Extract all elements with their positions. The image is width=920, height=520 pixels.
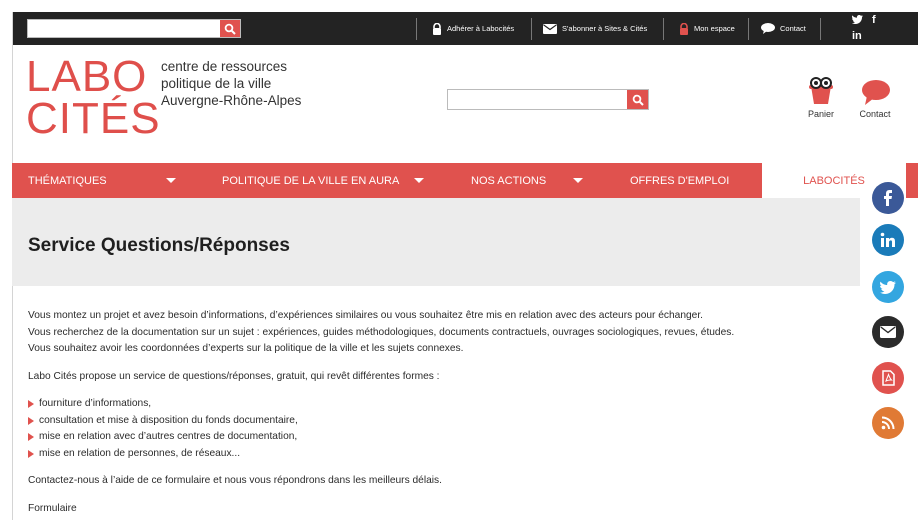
- page-margin: [0, 0, 12, 520]
- linkedin-share-button[interactable]: [872, 224, 904, 256]
- form-heading: Formulaire: [28, 502, 77, 514]
- twitter-icon[interactable]: [852, 15, 863, 27]
- separator: [748, 18, 749, 40]
- list-item: consultation et mise à disposition du fo…: [28, 413, 848, 430]
- main-content: Vous montez un projet et avez besoin d’i…: [28, 308, 848, 517]
- rss-icon: [881, 416, 895, 430]
- adherer-link[interactable]: Adhérer à Labocités: [432, 12, 514, 45]
- lock-red-icon: [680, 22, 688, 35]
- top-search-box: [27, 19, 241, 38]
- abonner-label: S'abonner à Sites & Cités: [562, 24, 648, 33]
- rss-share-button[interactable]: [872, 407, 904, 439]
- twitter-icon: [880, 280, 896, 294]
- chevron-down-icon[interactable]: [414, 178, 424, 183]
- separator: [820, 18, 821, 40]
- search-icon: [632, 94, 644, 106]
- chevron-down-icon[interactable]: [573, 178, 583, 183]
- contact-button[interactable]: Contact: [853, 76, 897, 119]
- chat-bubble-icon: [862, 80, 890, 105]
- page-title: Service Questions/Réponses: [28, 235, 290, 256]
- list-item: mise en relation avec d’autres centres d…: [28, 429, 848, 446]
- chevron-down-icon[interactable]: [166, 178, 176, 183]
- intro-paragraph: Vous montez un projet et avez besoin d’i…: [28, 310, 704, 321]
- header-search-box: [447, 89, 649, 110]
- envelope-icon: [880, 326, 896, 338]
- pdf-share-button[interactable]: [872, 362, 904, 394]
- panier-button[interactable]: Panier: [799, 76, 843, 119]
- nav-label: THÉMATIQUES: [28, 174, 107, 187]
- panier-label: Panier: [807, 109, 834, 119]
- list-item: fourniture d’informations,: [28, 396, 848, 413]
- logo-line-1: LABO: [26, 52, 148, 101]
- separator: [531, 18, 532, 40]
- top-search-button[interactable]: [220, 20, 240, 37]
- contact-top-link[interactable]: Contact: [761, 12, 806, 45]
- nav-label: POLITIQUE DE LA VILLE EN AURA: [222, 174, 400, 187]
- contact-label: Contact: [859, 109, 891, 119]
- labocites-logo[interactable]: LABO CITÉS: [26, 52, 161, 146]
- contact-top-label: Contact: [780, 24, 806, 33]
- search-icon: [224, 23, 236, 35]
- pdf-icon: [881, 370, 895, 386]
- tagline-line: Auvergne-Rhône-Alpes: [161, 93, 302, 108]
- linkedin-icon[interactable]: in: [852, 30, 862, 42]
- nav-item-nos-actions[interactable]: NOS ACTIONS: [471, 163, 546, 198]
- nav-item-offres-emploi[interactable]: OFFRES D'EMPLOI: [630, 163, 729, 198]
- speech-bubble-icon: [761, 23, 775, 34]
- facebook-share-button[interactable]: [872, 182, 904, 214]
- contact-paragraph: Contactez-nous à l’aide de ce formulaire…: [28, 475, 442, 486]
- tagline-line: politique de la ville: [161, 76, 272, 91]
- service-intro: Labo Cités propose un service de questio…: [28, 370, 440, 382]
- tagline-line: centre de ressources: [161, 59, 288, 74]
- intro-paragraph: Vous souhaitez avoir les coordonnées d’e…: [28, 343, 464, 354]
- intro-paragraph: Vous recherchez de la documentation sur …: [28, 326, 735, 338]
- facebook-icon: [884, 190, 892, 206]
- nav-label: LABOCITÉS: [803, 174, 865, 187]
- nav-label: NOS ACTIONS: [471, 174, 547, 187]
- envelope-icon: [543, 23, 557, 34]
- top-search-input[interactable]: [28, 20, 220, 37]
- top-bar: Adhérer à Labocités S'abonner à Sites & …: [12, 12, 918, 45]
- list-item: mise en relation de personnes, de réseau…: [28, 446, 848, 463]
- email-share-button[interactable]: [872, 316, 904, 348]
- logo-line-2: CITÉS: [26, 94, 161, 143]
- mon-espace-label: Mon espace: [694, 24, 735, 33]
- facebook-icon[interactable]: f: [872, 14, 876, 26]
- service-list: fourniture d’informations, consultation …: [28, 396, 848, 462]
- adherer-label: Adhérer à Labocités: [447, 24, 515, 33]
- title-band: Service Questions/Réponses: [12, 198, 860, 286]
- basket-icon: [809, 77, 833, 104]
- nav-item-thematiques[interactable]: THÉMATIQUES: [28, 163, 107, 198]
- lock-icon: [433, 22, 441, 35]
- linkedin-icon: [880, 232, 895, 247]
- mon-espace-link[interactable]: Mon espace: [679, 12, 735, 45]
- site-tagline: centre de ressources politique de la vil…: [161, 58, 331, 109]
- twitter-share-button[interactable]: [872, 271, 904, 303]
- header-search-input[interactable]: [448, 90, 628, 109]
- nav-label: OFFRES D'EMPLOI: [630, 174, 730, 187]
- abonner-link[interactable]: S'abonner à Sites & Cités: [543, 12, 647, 45]
- separator: [663, 18, 664, 40]
- header-search-button[interactable]: [627, 90, 648, 109]
- nav-item-politique[interactable]: POLITIQUE DE LA VILLE EN AURA: [222, 163, 399, 198]
- separator: [416, 18, 417, 40]
